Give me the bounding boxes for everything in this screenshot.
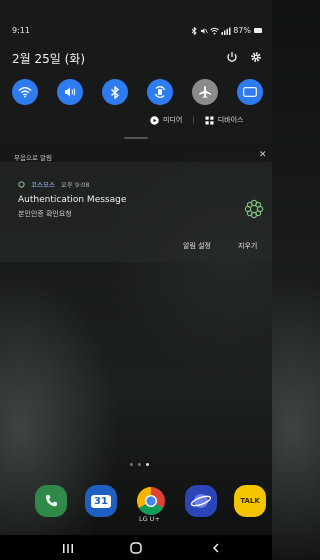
clear-button[interactable]: 지우기	[238, 241, 257, 251]
status-icons: 87%	[191, 26, 262, 35]
divider: |	[192, 116, 195, 124]
rotate-icon	[154, 86, 166, 98]
calendar-icon: 31	[91, 494, 111, 508]
kakaotalk-app[interactable]: TALK	[234, 485, 266, 517]
globe-icon	[190, 494, 212, 508]
airplane-mode-toggle[interactable]	[192, 79, 218, 105]
talk-icon: TALK	[240, 497, 260, 505]
recents-button[interactable]	[55, 540, 81, 556]
bluetooth-icon	[111, 85, 120, 99]
nfc-icon	[243, 87, 257, 97]
notification-title: Authentication Message	[18, 195, 127, 205]
auto-rotate-toggle[interactable]	[147, 79, 173, 105]
date-label[interactable]: 2월 25일 (화)	[12, 50, 85, 67]
page-dot	[130, 463, 133, 466]
wifi-toggle[interactable]	[12, 79, 38, 105]
battery-icon	[254, 28, 262, 33]
phone-app[interactable]	[35, 485, 67, 517]
status-time: 9:11	[12, 26, 30, 35]
home-icon	[130, 542, 142, 554]
recents-icon	[63, 543, 73, 553]
flower-logo-icon	[244, 199, 264, 219]
back-icon	[212, 543, 219, 553]
mute-icon	[201, 27, 209, 34]
signal-icon	[221, 27, 231, 35]
notification-header: 코스모스 오후 9:08	[18, 179, 90, 189]
header-actions	[226, 51, 262, 63]
home-button[interactable]	[123, 540, 149, 556]
notification-settings-button[interactable]: 알림 설정	[183, 241, 211, 251]
wifi-icon	[18, 87, 32, 98]
notification-time: 오후 9:08	[60, 181, 90, 189]
back-button[interactable]	[203, 540, 229, 556]
battery-percent: 87%	[233, 26, 251, 35]
media-button[interactable]: 미디어	[163, 115, 182, 125]
calendar-app[interactable]: 31	[85, 485, 117, 517]
notification-group-label: 무음으로 알림	[14, 154, 52, 162]
date-bar: 2월 25일 (화)	[12, 50, 270, 70]
page-dot-active	[146, 463, 149, 466]
devices-icon	[205, 116, 214, 124]
notification-body: 본인인증 확인요청	[18, 210, 72, 218]
devices-button[interactable]: 디바이스	[218, 115, 244, 125]
page-dot	[138, 463, 141, 466]
media-device-row: 미디어 | 디바이스	[150, 114, 270, 126]
dock-caption: LG U+	[139, 515, 160, 523]
internet-app[interactable]	[185, 485, 217, 517]
wifi-icon	[210, 27, 220, 34]
notification-app-name: 코스모스	[31, 181, 55, 189]
bluetooth-toggle[interactable]	[102, 79, 128, 105]
navigation-bar	[0, 535, 272, 560]
status-bar: 9:11 87%	[12, 26, 262, 38]
quick-settings	[12, 79, 270, 107]
vibrate-icon	[65, 87, 76, 97]
sound-toggle[interactable]	[57, 79, 83, 105]
chrome-icon	[137, 487, 165, 515]
app-dock: 31 TALK	[0, 482, 272, 522]
nfc-toggle[interactable]	[237, 79, 263, 105]
power-icon[interactable]	[226, 51, 238, 63]
phone-icon	[45, 495, 57, 507]
home-page-indicator	[130, 463, 149, 466]
app-icon	[18, 180, 25, 188]
bluetooth-icon	[191, 26, 197, 35]
play-icon	[150, 115, 159, 125]
panel-drag-handle[interactable]	[124, 137, 148, 139]
close-icon[interactable]: ✕	[259, 150, 267, 160]
gear-icon[interactable]	[250, 51, 262, 63]
chrome-app[interactable]	[135, 485, 167, 517]
airplane-icon	[199, 86, 211, 98]
